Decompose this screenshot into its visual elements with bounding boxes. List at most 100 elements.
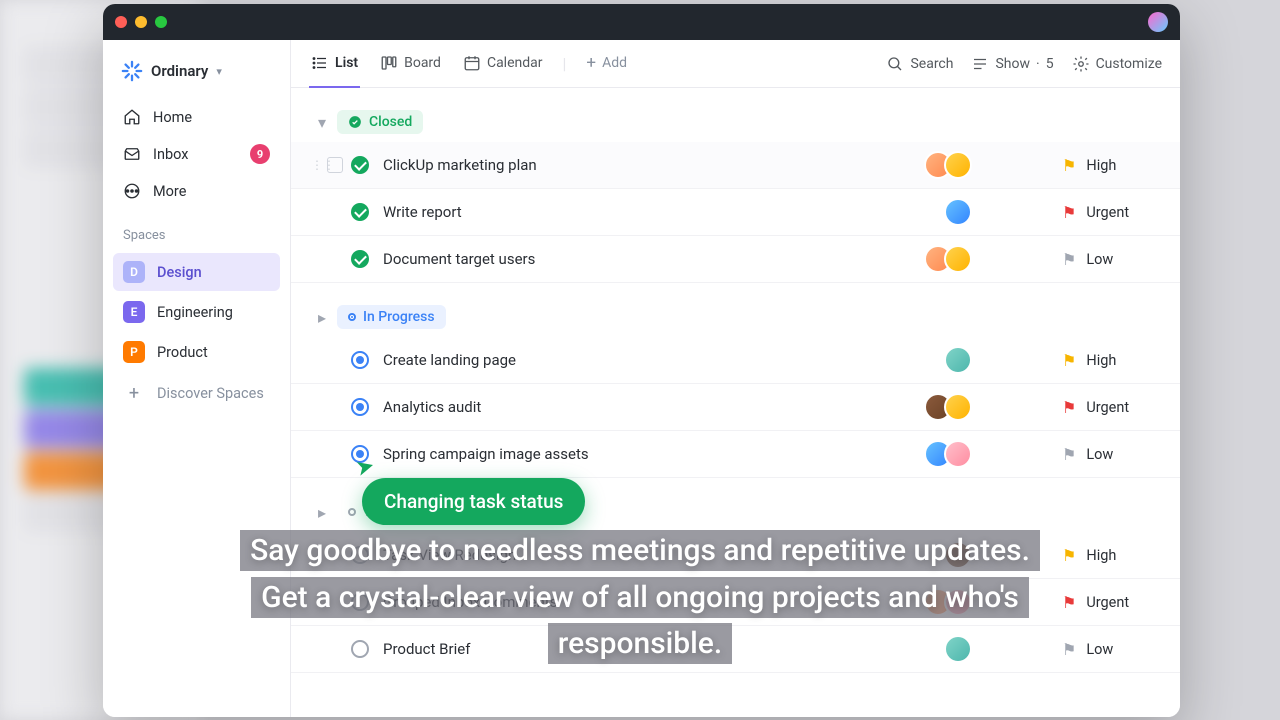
- status-in-progress-icon[interactable]: [351, 351, 369, 369]
- status-done-icon[interactable]: [351, 156, 369, 174]
- list-icon: [311, 54, 329, 72]
- flag-icon: ⚑: [1062, 398, 1076, 417]
- nav-more[interactable]: More: [113, 174, 280, 208]
- group-in-progress-label: In Progress: [363, 309, 435, 325]
- task-title[interactable]: ClickUp marketing plan: [383, 156, 924, 174]
- customize-button[interactable]: Customize: [1072, 55, 1162, 73]
- plus-icon: +: [123, 383, 145, 404]
- inbox-badge: 9: [250, 144, 270, 164]
- space-design-label: Design: [157, 264, 202, 281]
- view-list-label: List: [335, 55, 358, 71]
- plus-icon: +: [586, 53, 596, 73]
- task-title[interactable]: Write report: [383, 203, 944, 221]
- assignees[interactable]: [924, 245, 972, 273]
- workspace-switcher[interactable]: Ordinary ▾: [113, 54, 280, 88]
- assignees[interactable]: [924, 151, 972, 179]
- nav-home-label: Home: [153, 109, 192, 126]
- group-closed[interactable]: ▾ Closed: [291, 98, 1180, 142]
- drag-handle-icon[interactable]: ⋮⋮: [311, 158, 325, 172]
- board-icon: [380, 54, 398, 72]
- discover-spaces[interactable]: + Discover Spaces: [113, 373, 280, 414]
- task-row[interactable]: ⋮⋮ ClickUp marketing plan ⚑High: [291, 142, 1180, 189]
- nav-inbox[interactable]: Inbox 9: [113, 136, 280, 172]
- view-bar: List Board Calendar | + Add: [291, 40, 1180, 88]
- flag-icon: ⚑: [1062, 546, 1076, 565]
- check-circle-icon: [348, 115, 362, 129]
- view-list[interactable]: List: [309, 40, 360, 88]
- assignees[interactable]: [944, 198, 972, 226]
- priority[interactable]: ⚑Urgent: [1062, 593, 1152, 612]
- status-in-progress-icon[interactable]: [351, 398, 369, 416]
- priority[interactable]: ⚑High: [1062, 156, 1152, 175]
- show-icon: [971, 55, 989, 73]
- inbox-icon: [123, 145, 141, 163]
- checkbox[interactable]: [327, 157, 343, 173]
- priority[interactable]: ⚑Urgent: [1062, 398, 1152, 417]
- assignees[interactable]: [924, 393, 972, 421]
- spaces-heading: Spaces: [113, 210, 280, 251]
- show-count: 5: [1046, 56, 1054, 72]
- more-icon: [123, 182, 141, 200]
- chevron-down-icon[interactable]: ▾: [315, 113, 329, 132]
- group-in-progress[interactable]: ▸ In Progress: [291, 293, 1180, 337]
- task-row[interactable]: Create landing page ⚑High: [291, 337, 1180, 384]
- assignees[interactable]: [924, 440, 972, 468]
- flag-icon: ⚑: [1062, 156, 1076, 175]
- view-add-label: Add: [602, 55, 627, 71]
- task-title[interactable]: Create landing page: [383, 351, 944, 369]
- space-engineering[interactable]: E Engineering: [113, 293, 280, 331]
- task-title[interactable]: Document target users: [383, 250, 924, 268]
- show-label: Show: [995, 56, 1030, 72]
- task-title[interactable]: Analytics audit: [383, 398, 924, 416]
- space-product[interactable]: P Product: [113, 333, 280, 371]
- space-icon-design: D: [123, 261, 145, 283]
- task-row[interactable]: Spring campaign image assets ⚑Low: [291, 431, 1180, 478]
- view-calendar-label: Calendar: [487, 55, 543, 71]
- nav-inbox-label: Inbox: [153, 146, 188, 163]
- chevron-right-icon[interactable]: ▸: [315, 503, 329, 522]
- view-board-label: Board: [404, 55, 441, 71]
- task-row[interactable]: Write report ⚑Urgent: [291, 189, 1180, 236]
- space-engineering-label: Engineering: [157, 304, 233, 321]
- maximize-icon[interactable]: [155, 16, 167, 28]
- search-button[interactable]: Search: [886, 55, 953, 73]
- status-done-icon[interactable]: [351, 203, 369, 221]
- priority[interactable]: ⚑Urgent: [1062, 203, 1152, 222]
- discover-label: Discover Spaces: [157, 385, 264, 402]
- window-controls[interactable]: [115, 16, 167, 28]
- chevron-right-icon[interactable]: ▸: [315, 308, 329, 327]
- close-icon[interactable]: [115, 16, 127, 28]
- task-title[interactable]: Spring campaign image assets: [383, 445, 924, 463]
- minimize-icon[interactable]: [135, 16, 147, 28]
- flag-icon: ⚑: [1062, 250, 1076, 269]
- flag-icon: ⚑: [1062, 351, 1076, 370]
- view-calendar[interactable]: Calendar: [461, 40, 545, 88]
- view-board[interactable]: Board: [378, 40, 443, 88]
- customize-label: Customize: [1096, 56, 1162, 72]
- space-design[interactable]: D Design: [113, 253, 280, 291]
- space-product-label: Product: [157, 344, 208, 361]
- logo-icon: [121, 60, 143, 82]
- view-add[interactable]: + Add: [584, 40, 629, 89]
- flag-icon: ⚑: [1062, 203, 1076, 222]
- nav-more-label: More: [153, 183, 186, 200]
- avatar[interactable]: [1148, 12, 1168, 32]
- status-done-icon[interactable]: [351, 250, 369, 268]
- show-button[interactable]: Show · 5: [971, 55, 1053, 73]
- assignees[interactable]: [944, 346, 972, 374]
- priority[interactable]: ⚑Low: [1062, 445, 1152, 464]
- priority[interactable]: ⚑High: [1062, 546, 1152, 565]
- search-label: Search: [910, 56, 953, 72]
- task-row[interactable]: Document target users ⚑Low: [291, 236, 1180, 283]
- priority[interactable]: ⚑Low: [1062, 640, 1152, 659]
- chevron-down-icon: ▾: [216, 65, 222, 78]
- video-caption: Say goodbye to needless meetings and rep…: [220, 528, 1060, 668]
- space-icon-engineering: E: [123, 301, 145, 323]
- priority[interactable]: ⚑High: [1062, 351, 1152, 370]
- task-row[interactable]: Analytics audit ⚑Urgent: [291, 384, 1180, 431]
- nav-home[interactable]: Home: [113, 100, 280, 134]
- priority[interactable]: ⚑Low: [1062, 250, 1152, 269]
- flag-icon: ⚑: [1062, 445, 1076, 464]
- gear-icon: [1072, 55, 1090, 73]
- home-icon: [123, 108, 141, 126]
